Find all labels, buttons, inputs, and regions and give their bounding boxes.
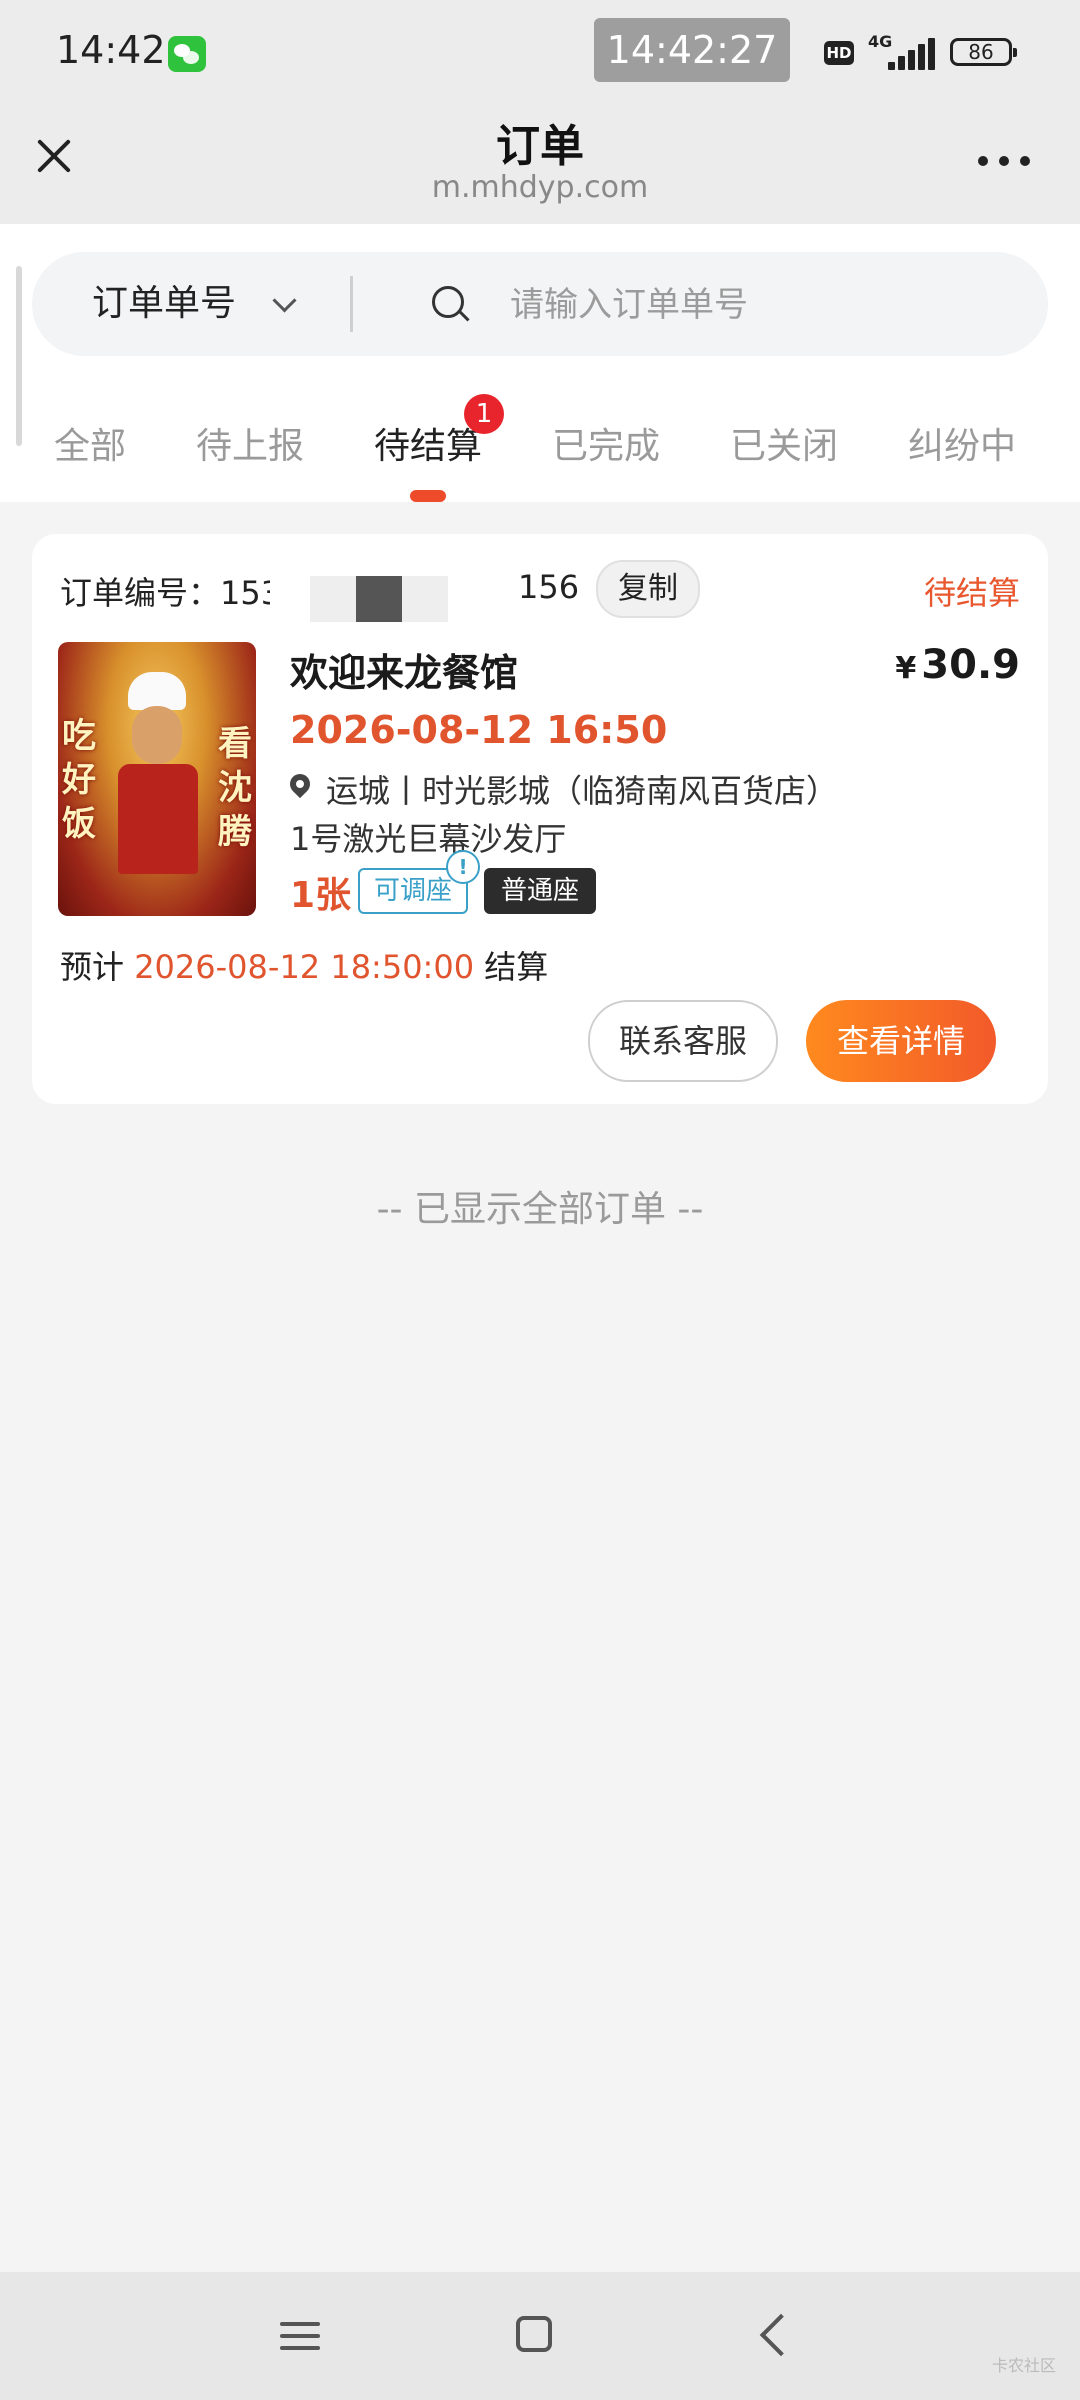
ticket-count: 1张 — [290, 875, 352, 916]
price-currency: ¥ — [895, 651, 917, 686]
search-type-select[interactable]: 订单单号 — [92, 252, 236, 356]
tab-completed[interactable]: 已完成 — [552, 412, 660, 482]
cinema-name: 运城丨时光影城（临猗南风百货店） — [326, 772, 839, 810]
search-bar: 订单单号 — [32, 252, 1048, 356]
title-bar: 订单 m.mhdyp.com — [0, 100, 1080, 224]
order-number-tail: 156 — [518, 568, 580, 606]
show-time: 2026-08-12 16:50 — [290, 708, 668, 752]
poster-apron — [118, 764, 198, 874]
back-icon[interactable] — [759, 2313, 803, 2357]
wechat-icon — [168, 36, 206, 72]
signal-icon — [886, 38, 936, 70]
more-icon[interactable] — [974, 152, 1034, 172]
order-card[interactable]: 订单编号：153 156 复制 待结算 吃好饭 看沈腾 欢迎来龙餐馆 ¥ 30.… — [32, 534, 1048, 1104]
settlement-suffix: 结算 — [484, 948, 549, 986]
info-icon[interactable]: ! — [446, 850, 480, 884]
tab-pending-report[interactable]: 待上报 — [196, 412, 304, 482]
location-pin-icon — [285, 769, 315, 799]
status-bar: 14:42 14:42:27 HD 4G 86 — [0, 0, 1080, 100]
tab-dispute[interactable]: 纠纷中 — [908, 412, 1016, 482]
home-icon[interactable] — [516, 2316, 552, 2352]
battery-icon: 86 — [950, 38, 1017, 66]
system-nav-bar — [0, 2272, 1080, 2400]
hall-name: 1号激光巨幕沙发厅 — [290, 820, 567, 858]
redaction-block — [310, 576, 356, 622]
search-input[interactable] — [508, 274, 1032, 336]
copy-button[interactable]: 复制 — [596, 560, 700, 618]
tab-active-indicator — [410, 490, 446, 502]
movie-title: 欢迎来龙餐馆 — [290, 651, 519, 695]
order-price: ¥ 30.9 — [895, 642, 1020, 688]
tab-bar: 全部 待上报 待结算 已完成 已关闭 纠纷中 — [0, 412, 1080, 502]
page-title: 订单 — [496, 121, 584, 172]
poster-text-left: 吃好饭 — [62, 716, 96, 844]
search-divider — [350, 276, 353, 332]
movie-poster[interactable]: 吃好饭 看沈腾 — [58, 642, 256, 916]
clock-overlay: 14:42:27 — [594, 18, 790, 82]
settlement-time: 2026-08-12 18:50:00 — [134, 948, 475, 986]
search-section: 订单单号 全部 待上报 待结算 已完成 已关闭 纠纷中 — [0, 224, 1080, 502]
order-status: 待结算 — [923, 574, 1020, 612]
tab-all[interactable]: 全部 — [54, 412, 126, 482]
poster-chef-hat — [128, 672, 186, 710]
tab-closed[interactable]: 已关闭 — [730, 412, 838, 482]
poster-face — [132, 706, 182, 764]
redaction-block — [402, 576, 448, 622]
price-value: 30.9 — [921, 642, 1020, 688]
search-icon — [432, 286, 464, 318]
seat-type-tag: 普通座 — [484, 868, 596, 914]
poster-text-right: 看沈腾 — [218, 724, 252, 852]
settlement-prefix: 预计 — [60, 948, 125, 986]
watermark: 卡农社区 — [991, 2356, 1056, 2375]
list-end-text: -- 已显示全部订单 -- — [376, 1189, 704, 1230]
contact-support-button[interactable]: 联系客服 — [588, 1000, 778, 1082]
view-details-button[interactable]: 查看详情 — [806, 1000, 996, 1082]
tab-badge: 1 — [464, 394, 504, 434]
page-url: m.mhdyp.com — [431, 170, 649, 205]
menu-icon[interactable] — [280, 2318, 320, 2354]
redaction-block — [356, 576, 402, 622]
chevron-down-icon[interactable] — [272, 288, 297, 313]
hd-icon: HD — [824, 41, 854, 65]
settlement-info: 预计 2026-08-12 18:50:00 结算 — [60, 942, 548, 988]
status-time: 14:42 — [56, 28, 166, 72]
order-number-label: 订单编号：153 — [60, 574, 282, 612]
